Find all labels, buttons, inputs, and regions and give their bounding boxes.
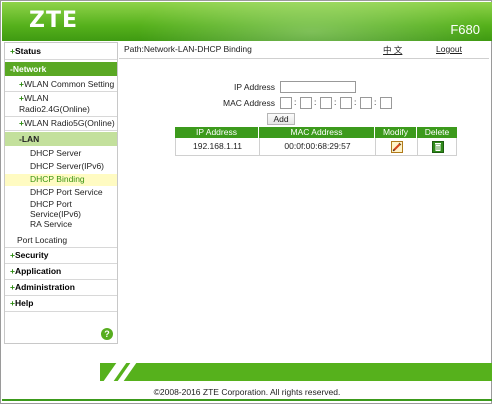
header-swoosh (122, 2, 492, 41)
cell-mac-address: 00:0f:00:68:29:57 (260, 138, 376, 155)
sidebar-item-ra-service[interactable]: RA Service (5, 219, 117, 230)
divider (5, 247, 117, 248)
divider (5, 59, 117, 60)
sidebar-item-application[interactable]: +Application (5, 266, 117, 277)
sidebar-item-label: Security (14, 250, 49, 260)
divider (119, 58, 489, 59)
mac-octet-4-input[interactable] (340, 97, 352, 109)
sidebar-item-wlan-common[interactable]: +WLAN Common Setting (5, 79, 117, 90)
divider (5, 311, 117, 312)
copyright-text: ©2008-2016 ZTE Corporation. All rights r… (153, 387, 341, 397)
mac-separator: : (294, 97, 297, 107)
mac-octet-6-input[interactable] (380, 97, 392, 109)
sidebar-item-wlan-5g[interactable]: +WLAN Radio5G(Online) (5, 118, 117, 129)
divider (5, 295, 117, 296)
sidebar-item-wlan-24g-label[interactable]: Radio2.4G(Online) (5, 104, 117, 115)
column-header-modify: Modify (375, 127, 417, 138)
logout-link[interactable]: Logout (436, 44, 462, 54)
language-link[interactable]: 中 文 (383, 44, 402, 56)
sidebar-item-label: Help (14, 298, 34, 308)
device-model: F680 (450, 22, 480, 37)
column-header-ip: IP Address (175, 127, 259, 138)
divider (5, 279, 117, 280)
help-icon[interactable]: ? (101, 328, 113, 340)
router-admin-page: ZTE F680 +Status -Network +WLAN Common S… (0, 0, 492, 404)
cell-delete (418, 138, 458, 155)
header-banner: ZTE F680 (2, 2, 492, 41)
sidebar-item-dhcp-port-service[interactable]: DHCP Port Service (5, 187, 117, 198)
cell-modify (376, 138, 418, 155)
column-header-mac: MAC Address (259, 127, 375, 138)
ip-address-input[interactable] (280, 81, 356, 93)
binding-table-header: IP Address MAC Address Modify Delete (175, 127, 457, 138)
mac-separator: : (374, 97, 377, 107)
sidebar-item-dhcp-server-ipv6[interactable]: DHCP Server(IPv6) (5, 161, 117, 172)
sidebar-item-dhcp-server[interactable]: DHCP Server (5, 148, 117, 159)
sidebar-item-administration[interactable]: +Administration (5, 282, 117, 293)
edit-icon[interactable] (391, 141, 403, 153)
mac-separator: : (354, 97, 357, 107)
mac-address-label: MAC Address (223, 98, 275, 108)
sidebar-nav: +Status -Network +WLAN Common Setting +W… (4, 42, 118, 344)
mac-separator: : (314, 97, 317, 107)
sidebar-item-help[interactable]: +Help (5, 298, 117, 309)
cell-ip-address: 192.168.1.11 (176, 138, 260, 155)
zte-logo: ZTE (29, 8, 78, 33)
divider (5, 263, 117, 264)
add-button[interactable]: Add (267, 113, 295, 125)
mac-octet-1-input[interactable] (280, 97, 292, 109)
trash-icon[interactable] (432, 141, 444, 153)
sidebar-item-label: WLAN Common Setting (23, 79, 115, 89)
sidebar-item-dhcp-binding[interactable]: DHCP Binding (5, 174, 117, 186)
sidebar-item-label: WLAN Radio5G(Online) (23, 118, 115, 128)
sidebar-item-security[interactable]: +Security (5, 250, 117, 261)
breadcrumb: Path:Network-LAN-DHCP Binding (124, 44, 252, 54)
footer-rule (2, 399, 492, 401)
sidebar-item-port-locating[interactable]: Port Locating (5, 235, 117, 246)
sidebar-item-label: Application (14, 266, 62, 276)
sidebar-item-status[interactable]: +Status (5, 46, 117, 57)
mac-octet-2-input[interactable] (300, 97, 312, 109)
sidebar-item-wlan-24g[interactable]: +WLAN (5, 93, 117, 104)
table-row: 192.168.1.11 00:0f:00:68:29:57 (175, 138, 457, 156)
sidebar-item-label: WLAN (23, 93, 49, 103)
mac-separator: : (334, 97, 337, 107)
breadcrumb-bar: Path:Network-LAN-DHCP Binding 中 文 Logout (119, 44, 489, 56)
footer-banner (100, 363, 492, 381)
mac-octet-3-input[interactable] (320, 97, 332, 109)
ip-address-label: IP Address (234, 82, 275, 92)
mac-octet-5-input[interactable] (360, 97, 372, 109)
column-header-delete: Delete (424, 127, 450, 137)
divider (5, 91, 117, 92)
divider (5, 116, 117, 117)
sidebar-item-label: Status (14, 46, 41, 56)
sidebar-item-label: Administration (14, 282, 75, 292)
sidebar-item-network[interactable]: -Network (5, 62, 117, 76)
sidebar-item-lan[interactable]: -LAN (5, 132, 117, 146)
divider (5, 130, 117, 131)
